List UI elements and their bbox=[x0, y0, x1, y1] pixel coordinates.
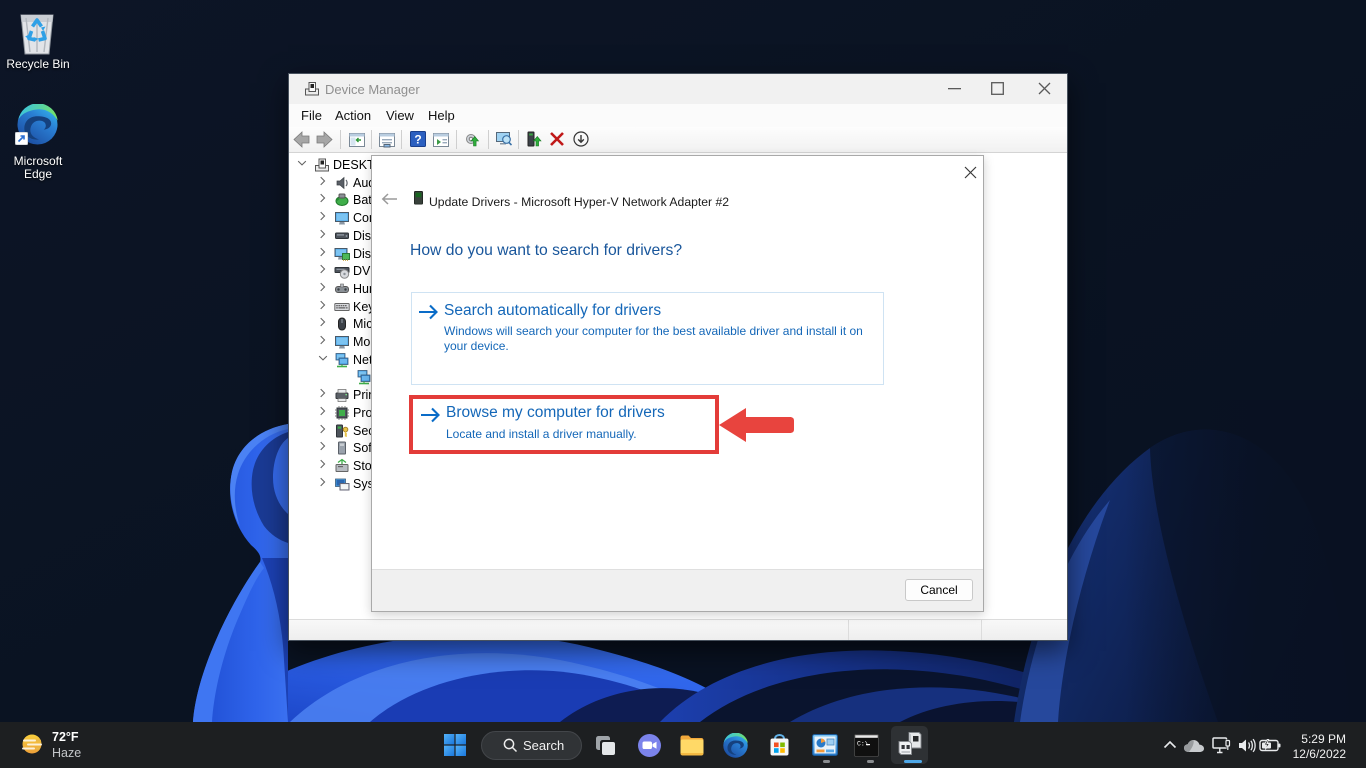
svg-text:?: ? bbox=[414, 133, 421, 147]
